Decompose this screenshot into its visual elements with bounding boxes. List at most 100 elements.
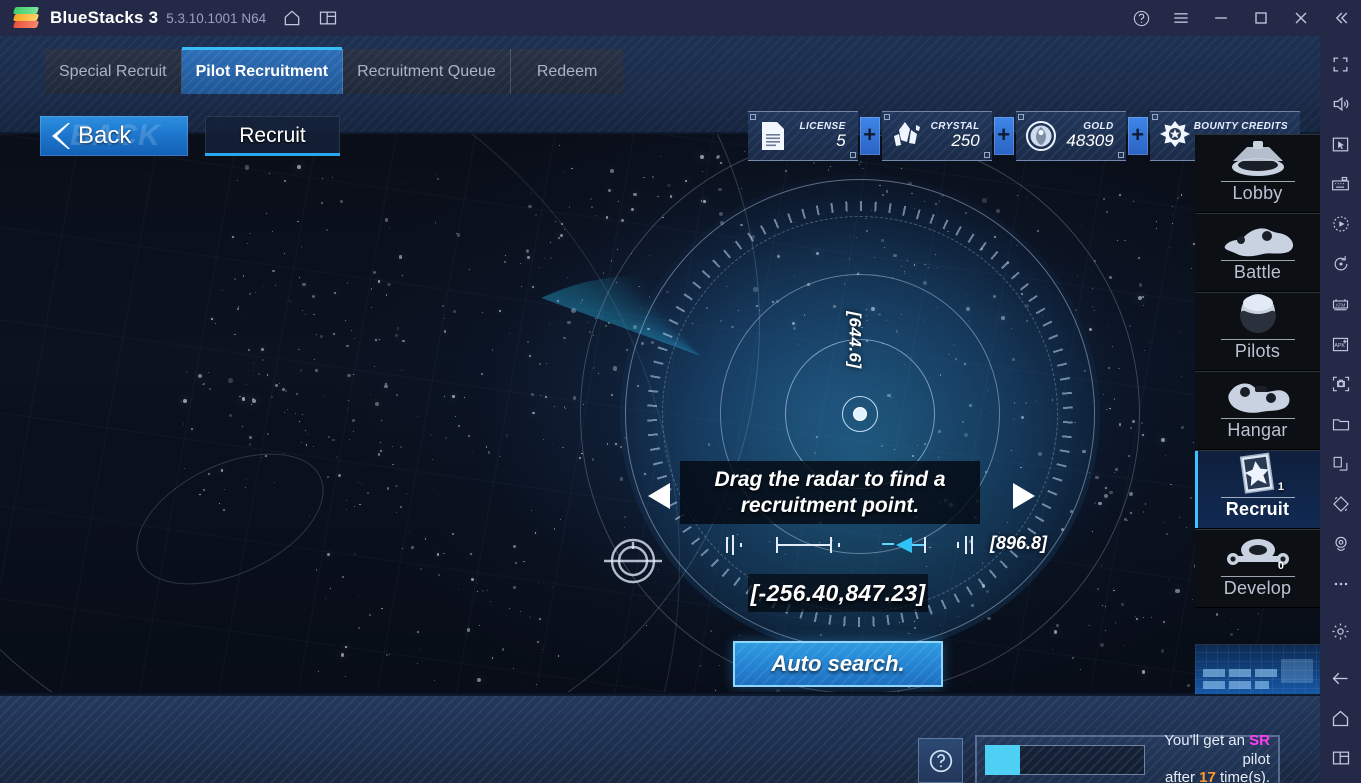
- tab-label: Pilot Recruitment: [195, 62, 329, 80]
- menu-icon[interactable]: [1161, 0, 1201, 36]
- nav-item-label: Lobby: [1232, 183, 1283, 203]
- copy-to-pc-icon[interactable]: [1320, 444, 1361, 484]
- nav-badge: 1: [1277, 481, 1284, 493]
- radar-center-dot: [853, 407, 867, 421]
- nav-divider: [1220, 576, 1295, 577]
- screenshot-icon[interactable]: [1320, 364, 1361, 404]
- resource-crystal[interactable]: CRYSTAL 250: [881, 111, 992, 161]
- game-viewport: [644.6] Drag the radar to find a recruit…: [0, 36, 1320, 783]
- install-apk-icon[interactable]: APK: [1320, 324, 1361, 364]
- resource-value: 5: [836, 131, 846, 151]
- auto-search-button[interactable]: Auto search.: [733, 641, 943, 687]
- progress-line2-prefix: after: [1164, 769, 1200, 783]
- radar-scale-markers: [722, 532, 980, 558]
- macro-record-icon[interactable]: [1320, 204, 1361, 244]
- keyboard-mapping-icon[interactable]: [1320, 164, 1361, 204]
- progress-count: 17: [1199, 769, 1216, 783]
- tab-pilot-recruitment[interactable]: Pilot Recruitment: [181, 47, 344, 94]
- radar-tip-box: Drag the radar to find a recruitment poi…: [680, 461, 980, 524]
- gold-icon: [1022, 116, 1060, 156]
- progress-line-2: after 17 time(s).: [1155, 769, 1270, 783]
- home-icon[interactable]: [274, 0, 310, 36]
- nav-item-battle[interactable]: Battle: [1195, 213, 1320, 292]
- tab-label: Recruitment Queue: [357, 62, 496, 80]
- emulator-app-name: BlueStacks 3: [50, 8, 159, 27]
- recents-icon[interactable]: [1320, 738, 1361, 778]
- back-icon[interactable]: [1320, 658, 1361, 698]
- cursor-icon[interactable]: [1320, 124, 1361, 164]
- chevron-left-icon: [48, 121, 74, 151]
- tab-redeem[interactable]: Redeem: [511, 49, 623, 94]
- radar-coordinates-box: [-256.40,847.23]: [748, 574, 928, 612]
- app-root: BlueStacks 3 5.3.10.1001 N64 [644.6] Dra…: [0, 0, 1361, 783]
- nav-item-pilots[interactable]: Pilots: [1195, 292, 1320, 371]
- radar-map[interactable]: [644.6] Drag the radar to find a recruit…: [0, 134, 1320, 692]
- settings-icon[interactable]: [1320, 604, 1361, 658]
- shake-icon[interactable]: [1320, 484, 1361, 524]
- progress-bar: [985, 745, 1145, 775]
- bluestacks-logo-icon: [12, 6, 40, 30]
- close-icon[interactable]: [1281, 0, 1321, 36]
- pilots-icon: [1232, 293, 1284, 337]
- more-icon[interactable]: [1320, 564, 1361, 604]
- rarity-badge: SR: [1249, 731, 1270, 749]
- auto-search-label: Auto search.: [771, 651, 905, 676]
- nav-badge: 0: [1277, 560, 1284, 572]
- minimize-icon[interactable]: [1201, 0, 1241, 36]
- nav-item-lobby[interactable]: Lobby: [1195, 134, 1320, 213]
- crystal-icon: [888, 116, 926, 156]
- page-title: Recruit: [239, 124, 306, 147]
- hangar-icon: [1221, 372, 1295, 416]
- help-icon[interactable]: [1121, 0, 1161, 36]
- tab-label: Special Recruit: [59, 62, 167, 80]
- add-license-button[interactable]: +: [859, 117, 880, 155]
- fullscreen-icon[interactable]: [1320, 44, 1361, 84]
- emulator-toolbar: ATM APK: [1320, 36, 1361, 783]
- page-title-tab[interactable]: Recruit: [205, 116, 340, 156]
- pilot-progress-panel: You'll get an SR pilot after 17 time(s).: [975, 732, 1280, 783]
- lobby-icon: [1223, 135, 1293, 179]
- nav-divider: [1220, 339, 1295, 340]
- window-controls: [1121, 0, 1361, 36]
- rotate-icon[interactable]: [1320, 244, 1361, 284]
- svg-text:ATM: ATM: [1336, 302, 1346, 308]
- collapse-icon[interactable]: [1321, 0, 1361, 36]
- tab-special-recruit[interactable]: Special Recruit: [45, 49, 182, 94]
- radar-prev-arrow-icon[interactable]: [644, 479, 678, 513]
- resource-license[interactable]: LICENSE 5: [747, 111, 858, 161]
- target-reticle-icon: [594, 522, 672, 600]
- add-gold-button[interactable]: +: [1127, 117, 1148, 155]
- nav-item-develop[interactable]: 0 Develop: [1195, 529, 1320, 608]
- home-nav-icon[interactable]: [1320, 698, 1361, 738]
- tab-recruitment-queue[interactable]: Recruitment Queue: [343, 49, 511, 94]
- bounty-credits-icon: [1156, 116, 1194, 156]
- progress-bar-fill: [985, 745, 1021, 775]
- nav-item-recruit[interactable]: 1 Recruit: [1195, 450, 1320, 529]
- location-icon[interactable]: [1320, 524, 1361, 564]
- maximize-icon[interactable]: [1241, 0, 1281, 36]
- nav-item-label: Hangar: [1227, 420, 1288, 440]
- resource-gold[interactable]: GOLD 48309: [1015, 111, 1126, 161]
- volume-icon[interactable]: [1320, 84, 1361, 124]
- nav-divider: [1220, 181, 1295, 182]
- multi-instance-icon[interactable]: [310, 0, 346, 36]
- emulator-version: 5.3.10.1001 N64: [166, 10, 267, 26]
- help-button[interactable]: [918, 738, 963, 783]
- game-nav-menu: Lobby Battle Pilots Hangar 1 Recruit 0 Develop: [1195, 134, 1320, 694]
- nav-item-hangar[interactable]: Hangar: [1195, 371, 1320, 450]
- add-crystal-button[interactable]: +: [993, 117, 1014, 155]
- progress-line1-suffix: pilot: [1242, 750, 1270, 768]
- recruit-tabs: Special Recruit Pilot Recruitment Recruitm…: [45, 47, 623, 94]
- radar-coordinates-text: [-256.40,847.23]: [750, 579, 926, 606]
- progress-line-1: You'll get an SR pilot: [1155, 732, 1270, 770]
- back-button[interactable]: BACK Back: [40, 116, 188, 156]
- svg-text:APK: APK: [1334, 343, 1345, 349]
- media-folder-icon[interactable]: [1320, 404, 1361, 444]
- radar-next-arrow-icon[interactable]: [1005, 479, 1039, 513]
- nav-divider: [1220, 260, 1295, 261]
- radar-tip-text: Drag the radar to find a recruitment poi…: [714, 467, 946, 517]
- nav-item-label: Battle: [1233, 262, 1282, 282]
- atm-icon[interactable]: ATM: [1320, 284, 1361, 324]
- radar-range-right: [896.8]: [990, 533, 1048, 553]
- back-button-label: Back: [78, 122, 132, 149]
